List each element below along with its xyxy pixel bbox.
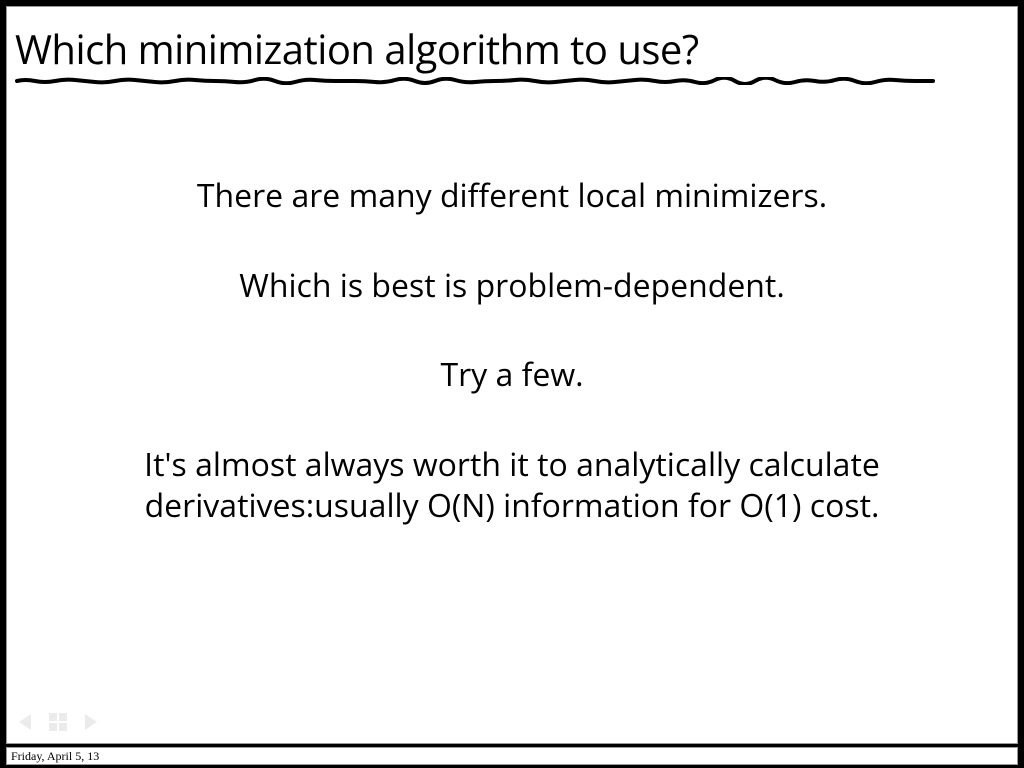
slide-title: Which minimization algorithm to use? bbox=[15, 27, 1009, 71]
slide-frame: Which minimization algorithm to use? The… bbox=[6, 6, 1018, 744]
footer-date: Friday, April 5, 13 bbox=[11, 749, 99, 764]
body-line-3: Try a few. bbox=[57, 354, 967, 396]
footer-bar: Friday, April 5, 13 bbox=[6, 747, 1018, 765]
slide-body: There are many different local minimizer… bbox=[7, 175, 1017, 527]
title-underline bbox=[15, 77, 935, 85]
body-line-4: It's almost always worth it to analytica… bbox=[57, 444, 967, 527]
slide-content-area: Which minimization algorithm to use? The… bbox=[7, 7, 1017, 743]
title-region: Which minimization algorithm to use? bbox=[7, 7, 1017, 85]
nav-controls-ghost bbox=[19, 713, 97, 731]
body-line-2: Which is best is problem-dependent. bbox=[57, 265, 967, 307]
body-line-1: There are many different local minimizer… bbox=[57, 175, 967, 217]
grid-icon bbox=[49, 713, 67, 731]
prev-arrow-icon bbox=[19, 714, 31, 730]
next-arrow-icon bbox=[85, 714, 97, 730]
